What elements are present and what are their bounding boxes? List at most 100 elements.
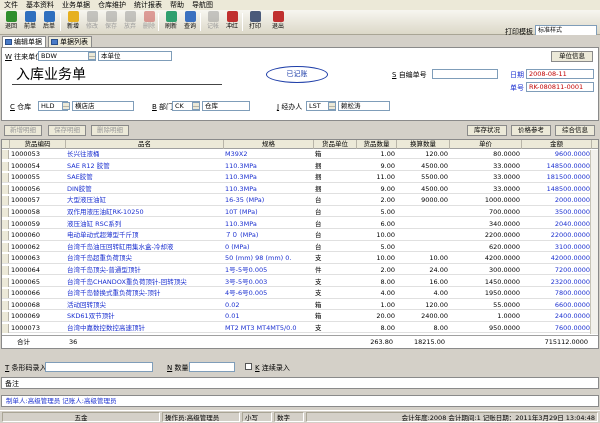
unit-info-button[interactable]: 单位信息 xyxy=(551,51,593,62)
table-row[interactable]: 1000056 DIN胶管 110.3MPa 捆 9.00 4500.00 33.0000 1… xyxy=(2,184,598,195)
barcode-input[interactable] xyxy=(45,362,153,372)
menu-item-6[interactable]: 导航图 xyxy=(188,0,217,10)
search-button[interactable]: 查询 xyxy=(180,11,200,33)
menu-item-2[interactable]: 业务单据 xyxy=(58,0,94,10)
table-row[interactable]: 1000054 SAE R12 胶管 110.3MPa 捆 9.00 4500.00 33.… xyxy=(2,161,598,171)
table-cell: 620.0000 xyxy=(488,242,520,251)
column-header[interactable]: 货品单位 xyxy=(314,140,357,149)
toolbar-separator xyxy=(242,13,243,31)
table-cell: 8.00 xyxy=(433,324,448,332)
detail-grid[interactable]: 货品编码 品名 规格 货品单位 货品数量 换算数量 单价 金额 1000053 长兴往液桶 M39… xyxy=(1,139,599,349)
table-row[interactable]: 1000068 活动回转顶尖 0.02 箱 1.00 120.00 55.0000 6600.… xyxy=(2,300,598,311)
continuous-entry-checkbox[interactable] xyxy=(245,363,252,370)
menu-item-3[interactable]: 仓库维护 xyxy=(94,0,130,10)
table-row[interactable]: 1000069 SKD61双节顶针 0.01 箱 20.00 2400.00 1.0000 2… xyxy=(2,312,598,322)
handler-lookup-button[interactable]: … xyxy=(328,102,336,110)
table-cell: 2400.00 xyxy=(421,312,448,321)
menu-item-4[interactable]: 统计报表 xyxy=(130,0,166,10)
table-row[interactable]: 1000053 长兴往液桶 M39X2 箱 1.00 120.00 80.0000 9600.… xyxy=(2,150,598,160)
table-cell: 33.0000 xyxy=(493,161,520,170)
supplier-lookup-button[interactable]: … xyxy=(88,52,96,60)
table-cell: 0.02 xyxy=(225,300,240,309)
column-header[interactable]: 货品编码 xyxy=(10,140,66,149)
status-caps: 小写 xyxy=(242,412,272,422)
add-detail-button[interactable]: 新增明细 xyxy=(4,125,42,136)
column-header[interactable]: 规格 xyxy=(224,140,314,149)
table-row[interactable]: 1000058 双作用液压油缸RK-10250 10T (MPa) 台 5.00 700.… xyxy=(2,208,598,218)
table-cell: 7600.0000 xyxy=(554,324,590,332)
table-cell: 台湾千岛替换式重负荷顶尖-顶针 xyxy=(67,289,161,298)
table-row[interactable]: 1000060 电动单动式超薄型千斤顶 ７０ (MPa) 台 10.00 2200.000… xyxy=(2,231,598,241)
table-cell: 55.0000 xyxy=(493,300,520,309)
exit-button[interactable]: 退出 xyxy=(268,11,288,33)
delete-detail-button[interactable]: 删除明细 xyxy=(91,125,129,136)
list-icon xyxy=(51,39,58,45)
table-row[interactable]: 1000073 台湾中嘉数控数控高速顶针 MT2 MT3 MT4MT5/0.0 支 8.… xyxy=(2,324,598,334)
table-row[interactable]: 1000057 大型液压油缸 16-35 (MPa) 台 2.00 9000.00 1000… xyxy=(2,196,598,206)
custom-no-label: S 自编单号 xyxy=(392,71,427,79)
table-cell: 箱 xyxy=(315,300,322,309)
remark-field[interactable]: 备注 xyxy=(1,377,599,389)
summary-info-button[interactable]: 综合信息 xyxy=(555,125,595,136)
table-cell: 16-35 (MPa) xyxy=(225,196,265,205)
dept-name-field: 仓库 xyxy=(202,101,250,111)
table-cell: 2200.0000 xyxy=(484,231,520,240)
next-doc-icon xyxy=(43,11,55,22)
table-cell: 1.00 xyxy=(380,150,395,158)
tab-doc-list[interactable]: 单据列表 xyxy=(48,36,92,47)
table-cell: 支 xyxy=(315,277,322,286)
custom-no-input[interactable] xyxy=(432,69,498,79)
table-row[interactable]: 1000064 台湾千岛顶尖-普通型顶针 1号-5号0.005 件 2.00 24.00 3… xyxy=(2,266,598,276)
dept-lookup-button[interactable]: … xyxy=(192,102,200,110)
date-input[interactable]: 2008-08-11 xyxy=(526,69,594,79)
menu-item-5[interactable]: 帮助 xyxy=(166,0,188,10)
print-button[interactable]: 打印 xyxy=(245,11,265,33)
save-detail-button[interactable]: 保存明细 xyxy=(48,125,86,136)
detail-button-bar: 新增明细 保存明细 删除明细 库存状况 价格参考 综合信息 xyxy=(1,122,599,138)
price-reference-button[interactable]: 价格参考 xyxy=(511,125,551,136)
table-row[interactable]: 1000055 SAE胶管 110.3MPa 捆 11.00 5500.00 33.0000… xyxy=(2,173,598,183)
column-header[interactable]: 单价 xyxy=(450,140,522,149)
table-row[interactable]: 1000059 液压油缸 RSC系列 110.3MPa 台 6.00 340.0000 20… xyxy=(2,219,598,229)
column-header[interactable]: 金额 xyxy=(522,140,592,149)
status-company: 五金 xyxy=(2,412,160,422)
column-header[interactable]: 换算数量 xyxy=(397,140,450,149)
dept-label: B 部门 xyxy=(152,103,174,111)
table-cell: 33.0000 xyxy=(493,184,520,193)
table-cell: 4.00 xyxy=(433,289,448,298)
qty-input[interactable] xyxy=(189,362,235,372)
table-cell: 9.00 xyxy=(380,184,395,193)
next-doc-button[interactable]: 后单 xyxy=(39,11,59,33)
column-header[interactable]: 货品数量 xyxy=(357,140,397,149)
reverse-button[interactable]: 冲红 xyxy=(222,11,242,33)
table-cell: 箱 xyxy=(315,312,322,321)
column-header[interactable]: 品名 xyxy=(66,140,224,149)
menu-item-0[interactable]: 文件 xyxy=(0,0,22,10)
table-cell: 1000.0000 xyxy=(484,196,520,205)
table-cell: 120.00 xyxy=(425,150,448,158)
table-cell: SAE胶管 xyxy=(67,173,93,182)
delete-button[interactable]: 删除 xyxy=(139,11,159,33)
table-cell: 捆 xyxy=(315,161,322,170)
table-row[interactable]: 1000065 台湾千岛CHANDOX重负荷顶针-回转顶尖 3号-5号0.003 支 8… xyxy=(2,277,598,287)
warehouse-lookup-button[interactable]: … xyxy=(62,102,70,110)
tab-edit-doc[interactable]: 编辑单据 xyxy=(2,36,46,47)
menu-item-1[interactable]: 基本资料 xyxy=(22,0,58,10)
edit-icon xyxy=(86,11,98,22)
table-cell: SAE R12 胶管 xyxy=(67,161,110,170)
row-marker xyxy=(2,231,9,241)
row-marker xyxy=(2,324,9,333)
warehouse-label: C 仓库 xyxy=(10,103,32,111)
table-row[interactable]: 1000066 台湾千岛替换式重负荷顶尖-顶针 4号-6号0.005 支 4.00 4.0… xyxy=(2,289,598,299)
table-row[interactable]: 1000063 台湾千岛超重负荷顶尖 50 (mm) 98 (mm) 0. 支 10.0… xyxy=(2,254,598,264)
table-cell: 台湾千岛顶尖-普通型顶针 xyxy=(67,266,141,274)
table-cell: 4500.00 xyxy=(421,161,448,170)
table-row[interactable]: 1000062 台湾千岛油压回转缸用集水盒-冷却液 0 (MPa) 台 5.00 620.… xyxy=(2,242,598,253)
stock-status-button[interactable]: 库存状况 xyxy=(467,125,507,136)
table-cell: SKD61双节顶针 xyxy=(67,312,115,321)
row-marker xyxy=(2,161,9,171)
table-cell: 120.00 xyxy=(425,300,448,309)
refresh-icon xyxy=(165,11,177,22)
table-cell: 80.0000 xyxy=(493,150,520,158)
vertical-scrollbar[interactable] xyxy=(590,150,598,334)
